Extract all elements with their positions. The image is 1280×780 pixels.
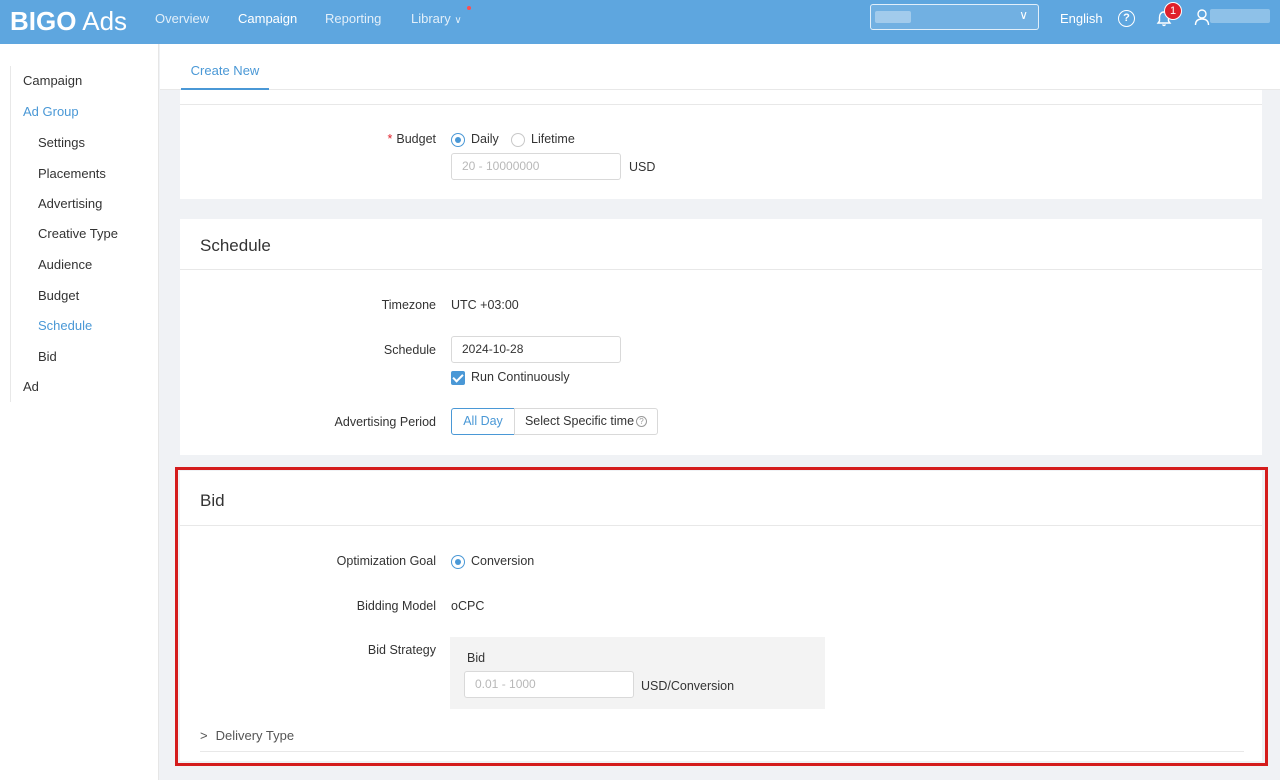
language-switch[interactable]: English: [1060, 11, 1103, 26]
chevron-down-icon: ∨: [454, 15, 462, 26]
tab-bar: Create New: [160, 44, 1280, 90]
period-all-day-button[interactable]: All Day: [451, 408, 515, 435]
question-icon[interactable]: ?: [636, 416, 648, 427]
required-mark: *: [387, 132, 393, 146]
budget-daily-radio[interactable]: [451, 133, 465, 147]
advertising-period-label: Advertising Period: [334, 415, 436, 429]
sidebar-item-ad[interactable]: Ad: [23, 379, 39, 394]
chevron-down-icon: ∨: [1019, 8, 1028, 22]
bidding-model-value: oCPC: [451, 599, 485, 613]
sidebar-item-advertising[interactable]: Advertising: [38, 196, 102, 211]
top-nav-bar: BIGO Ads Overview Campaign Reporting Lib…: [0, 0, 1280, 44]
optimization-goal-label: Optimization Goal: [336, 554, 436, 568]
run-continuously-checkbox[interactable]: [451, 371, 465, 385]
sidebar-item-settings[interactable]: Settings: [38, 135, 85, 150]
nav-library-label: Library: [411, 11, 451, 26]
schedule-card: Schedule Timezone UTC +03:00 Schedule 20…: [180, 219, 1262, 455]
conversion-radio[interactable]: [451, 555, 465, 569]
bid-strategy-label: Bid Strategy: [367, 643, 436, 657]
username-redacted: [1210, 9, 1270, 23]
sidebar-item-budget[interactable]: Budget: [38, 288, 79, 303]
tab-create-new[interactable]: Create New: [181, 44, 269, 90]
budget-daily-label: Daily: [471, 132, 499, 146]
help-icon[interactable]: ?: [1118, 10, 1135, 27]
run-continuously-label: Run Continuously: [471, 370, 570, 384]
sidebar-track: [10, 66, 11, 402]
nav-reporting[interactable]: Reporting: [325, 11, 381, 26]
schedule-title: Schedule: [200, 236, 271, 255]
bid-title: Bid: [200, 491, 225, 510]
sidebar-item-creative-type[interactable]: Creative Type: [38, 226, 118, 241]
schedule-label: Schedule: [383, 343, 436, 357]
sidebar: Campaign Ad Group Settings Placements Ad…: [0, 44, 159, 780]
budget-amount-input[interactable]: 20 - 10000000: [451, 153, 621, 180]
bid-strategy-box: Bid 0.01 - 1000 USD/Conversion: [450, 637, 825, 709]
budget-lifetime-radio[interactable]: [511, 133, 525, 147]
delivery-type-label: Delivery Type: [215, 728, 295, 743]
user-icon[interactable]: [1194, 8, 1210, 26]
bid-card: Bid Optimization Goal Conversion Bidding…: [180, 471, 1262, 761]
budget-label: * Budget: [388, 132, 437, 146]
nav-library[interactable]: Library ∨: [411, 11, 462, 26]
delivery-divider: [200, 751, 1244, 752]
sidebar-item-bid[interactable]: Bid: [38, 349, 57, 364]
delivery-type-toggle[interactable]: > Delivery Type: [200, 728, 294, 743]
account-select[interactable]: ∨: [870, 4, 1039, 30]
sidebar-item-placements[interactable]: Placements: [38, 166, 106, 181]
card-divider: [180, 104, 1262, 105]
card-divider: [180, 525, 1262, 526]
logo-light: Ads: [76, 6, 128, 36]
bid-amount-input[interactable]: 0.01 - 1000: [464, 671, 634, 698]
budget-currency: USD: [629, 160, 656, 174]
budget-label-text: Budget: [396, 132, 436, 146]
bid-amount-label: Bid: [467, 651, 486, 665]
budget-lifetime-label: Lifetime: [531, 132, 575, 146]
nav-campaign[interactable]: Campaign: [238, 11, 297, 26]
schedule-date-input[interactable]: 2024-10-28: [451, 336, 621, 363]
notification-badge: 1: [1164, 2, 1182, 20]
bid-unit: USD/Conversion: [641, 679, 735, 693]
chevron-right-icon: >: [200, 728, 208, 743]
account-name-redacted: [875, 11, 911, 23]
logo-bold: BIGO: [10, 6, 77, 36]
period-specific-label: Select Specific time: [524, 414, 635, 428]
sidebar-item-audience[interactable]: Audience: [38, 257, 92, 272]
sidebar-item-schedule[interactable]: Schedule: [38, 318, 92, 333]
budget-card: * Budget Daily Lifetime 20 - 10000000 USD: [180, 90, 1262, 199]
timezone-value: UTC +03:00: [451, 298, 519, 312]
conversion-label: Conversion: [471, 554, 535, 568]
sidebar-item-campaign[interactable]: Campaign: [23, 73, 82, 88]
card-divider: [180, 269, 1262, 270]
bigo-ads-logo[interactable]: BIGO Ads: [10, 6, 127, 37]
sidebar-item-ad-group[interactable]: Ad Group: [23, 104, 79, 119]
nav-overview[interactable]: Overview: [155, 11, 209, 26]
bidding-model-label: Bidding Model: [356, 599, 436, 613]
timezone-label: Timezone: [381, 298, 436, 312]
library-new-dot: [467, 6, 471, 10]
period-specific-time-button[interactable]: Select Specific time?: [514, 408, 658, 435]
